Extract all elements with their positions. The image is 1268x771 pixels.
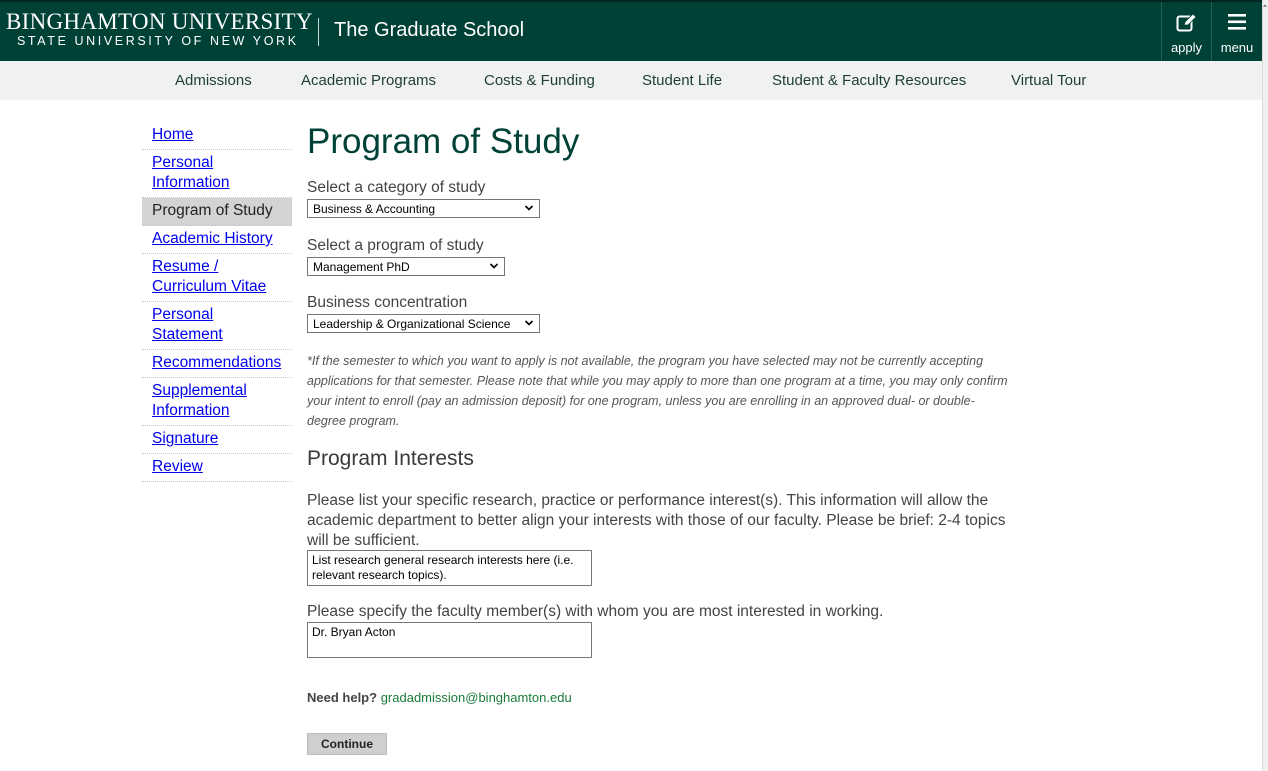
sidebar-item-resume[interactable]: Resume / Curriculum Vitae (142, 254, 292, 302)
menu-button[interactable]: menu (1211, 2, 1262, 61)
menu-label: menu (1220, 40, 1254, 55)
school-name[interactable]: The Graduate School (334, 19, 524, 42)
site-header: BINGHAMTON UNIVERSITY STATE UNIVERSITY O… (0, 0, 1262, 61)
continue-button[interactable]: Continue (307, 733, 387, 755)
sidebar-item-home[interactable]: Home (142, 122, 292, 150)
nav-student-faculty-resources[interactable]: Student & Faculty Resources (772, 72, 966, 89)
semester-note: *If the semester to which you want to ap… (307, 354, 1008, 428)
chevron-down-icon (489, 263, 499, 269)
faculty-prompt: Please specify the faculty member(s) wit… (307, 603, 884, 620)
help-line: Need help? gradadmission@binghamton.edu (307, 690, 572, 705)
program-interests-title: Program Interests (307, 447, 474, 470)
program-select-value: Management PhD (313, 260, 410, 274)
category-label: Select a category of study (307, 179, 486, 196)
interests-prompt: Please list your specific research, prac… (307, 492, 1006, 549)
sidebar-item-personal-statement[interactable]: Personal Statement (142, 302, 292, 350)
sidebar-item-supplemental-information[interactable]: Supplemental Information (142, 378, 292, 426)
hamburger-icon (1228, 14, 1246, 30)
nav-costs-funding[interactable]: Costs & Funding (484, 72, 595, 89)
concentration-label: Business concentration (307, 294, 468, 311)
chevron-down-icon (524, 205, 534, 211)
concentration-select[interactable]: Leadership & Organizational Science (307, 314, 540, 333)
sidebar-item-review[interactable]: Review (142, 454, 292, 482)
concentration-select-value: Leadership & Organizational Science (313, 317, 511, 331)
apply-label: apply (1170, 40, 1203, 55)
sidebar-item-academic-history[interactable]: Academic History (142, 226, 292, 254)
nav-academic-programs[interactable]: Academic Programs (301, 72, 436, 89)
program-select[interactable]: Management PhD (307, 257, 505, 276)
help-label: Need help? (307, 690, 378, 705)
page-title: Program of Study (307, 122, 580, 161)
sidebar-item-recommendations[interactable]: Recommendations (142, 350, 292, 378)
application-sidebar: Home Personal Information Program of Stu… (142, 122, 292, 482)
program-label: Select a program of study (307, 237, 484, 254)
logo-sub-text: STATE UNIVERSITY OF NEW YORK (17, 34, 299, 48)
category-select[interactable]: Business & Accounting (307, 199, 540, 218)
sidebar-item-signature[interactable]: Signature (142, 426, 292, 454)
scrollbar[interactable] (1262, 0, 1268, 771)
chevron-down-icon (524, 320, 534, 326)
sidebar-item-personal-information[interactable]: Personal Information (142, 150, 292, 198)
logo-main-text: BINGHAMTON UNIVERSITY (6, 9, 313, 34)
category-select-value: Business & Accounting (313, 202, 436, 216)
faculty-member-textarea[interactable]: Dr. Bryan Acton (307, 622, 592, 658)
nav-admissions[interactable]: Admissions (175, 72, 252, 89)
main-content: Program of Study Select a category of st… (307, 120, 1017, 658)
help-email-link[interactable]: gradadmission@binghamton.edu (381, 690, 572, 705)
apply-button[interactable]: apply (1161, 2, 1211, 61)
sidebar-item-program-of-study[interactable]: Program of Study (142, 198, 292, 226)
scroll-up-icon[interactable] (1263, 4, 1267, 7)
research-interests-textarea[interactable]: List research general research interests… (307, 550, 592, 586)
nav-student-life[interactable]: Student Life (642, 72, 722, 89)
main-nav: Admissions Academic Programs Costs & Fun… (0, 61, 1262, 100)
header-divider (318, 18, 319, 46)
university-logo[interactable]: BINGHAMTON UNIVERSITY STATE UNIVERSITY O… (6, 9, 313, 49)
nav-virtual-tour[interactable]: Virtual Tour (1011, 72, 1086, 89)
edit-icon (1176, 13, 1197, 32)
